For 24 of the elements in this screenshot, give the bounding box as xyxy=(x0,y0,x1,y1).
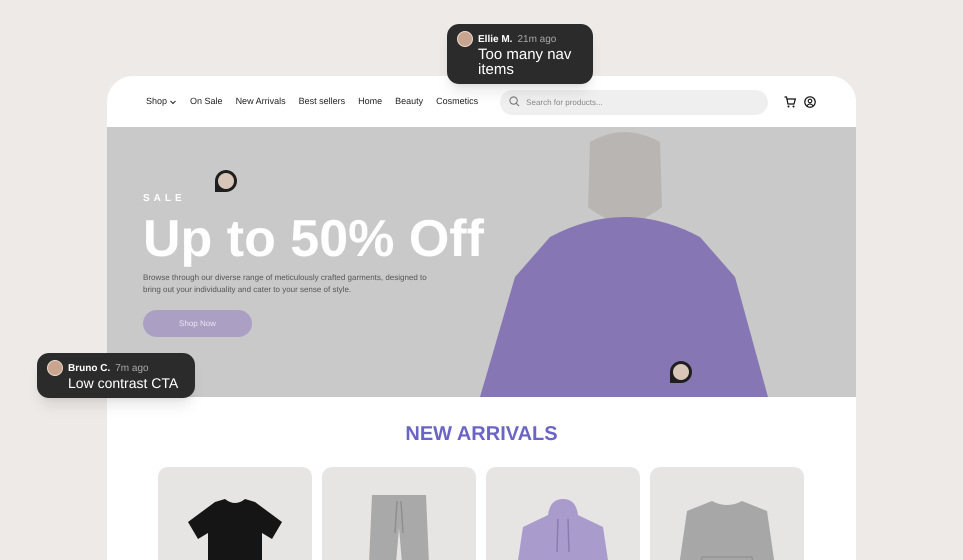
nav-link[interactable]: Cosmetics xyxy=(436,94,478,108)
avatar-icon xyxy=(47,360,63,376)
comment-author: Ellie M. xyxy=(478,32,512,46)
nav-link[interactable]: New Arrivals xyxy=(236,94,286,108)
comment-time: 7m ago xyxy=(115,362,149,376)
nav-link[interactable]: On Sale xyxy=(190,94,223,108)
search-icon xyxy=(509,96,520,107)
nav-link[interactable]: Shop xyxy=(146,94,178,108)
user-icon[interactable] xyxy=(804,96,816,108)
nav-link[interactable]: Home xyxy=(358,94,382,108)
avatar-icon xyxy=(457,31,473,47)
hero-description: Browse through our diverse range of meticulously crafted garments, designed to bring out your individuality and cater to your sense of style. xyxy=(143,272,428,296)
nav-link[interactable]: Beauty xyxy=(395,94,424,108)
nav-link[interactable]: Best sellers xyxy=(298,94,346,108)
product-card[interactable] xyxy=(158,467,312,560)
comment-tooltip[interactable]: Ellie M. 21m ago Too many nav items xyxy=(447,24,593,84)
cart-icon[interactable] xyxy=(784,96,796,108)
comment-text: Low contrast CTA xyxy=(67,376,180,391)
section-title: NEW ARRIVALS xyxy=(405,422,558,447)
comment-tooltip[interactable]: Bruno C. 7m ago Low contrast CTA xyxy=(37,353,195,398)
comment-time: 21m ago xyxy=(517,32,556,46)
comment-text: Too many nav items xyxy=(477,47,572,77)
search-field[interactable]: Search for products... xyxy=(500,90,768,115)
comment-author: Bruno C. xyxy=(68,362,110,376)
